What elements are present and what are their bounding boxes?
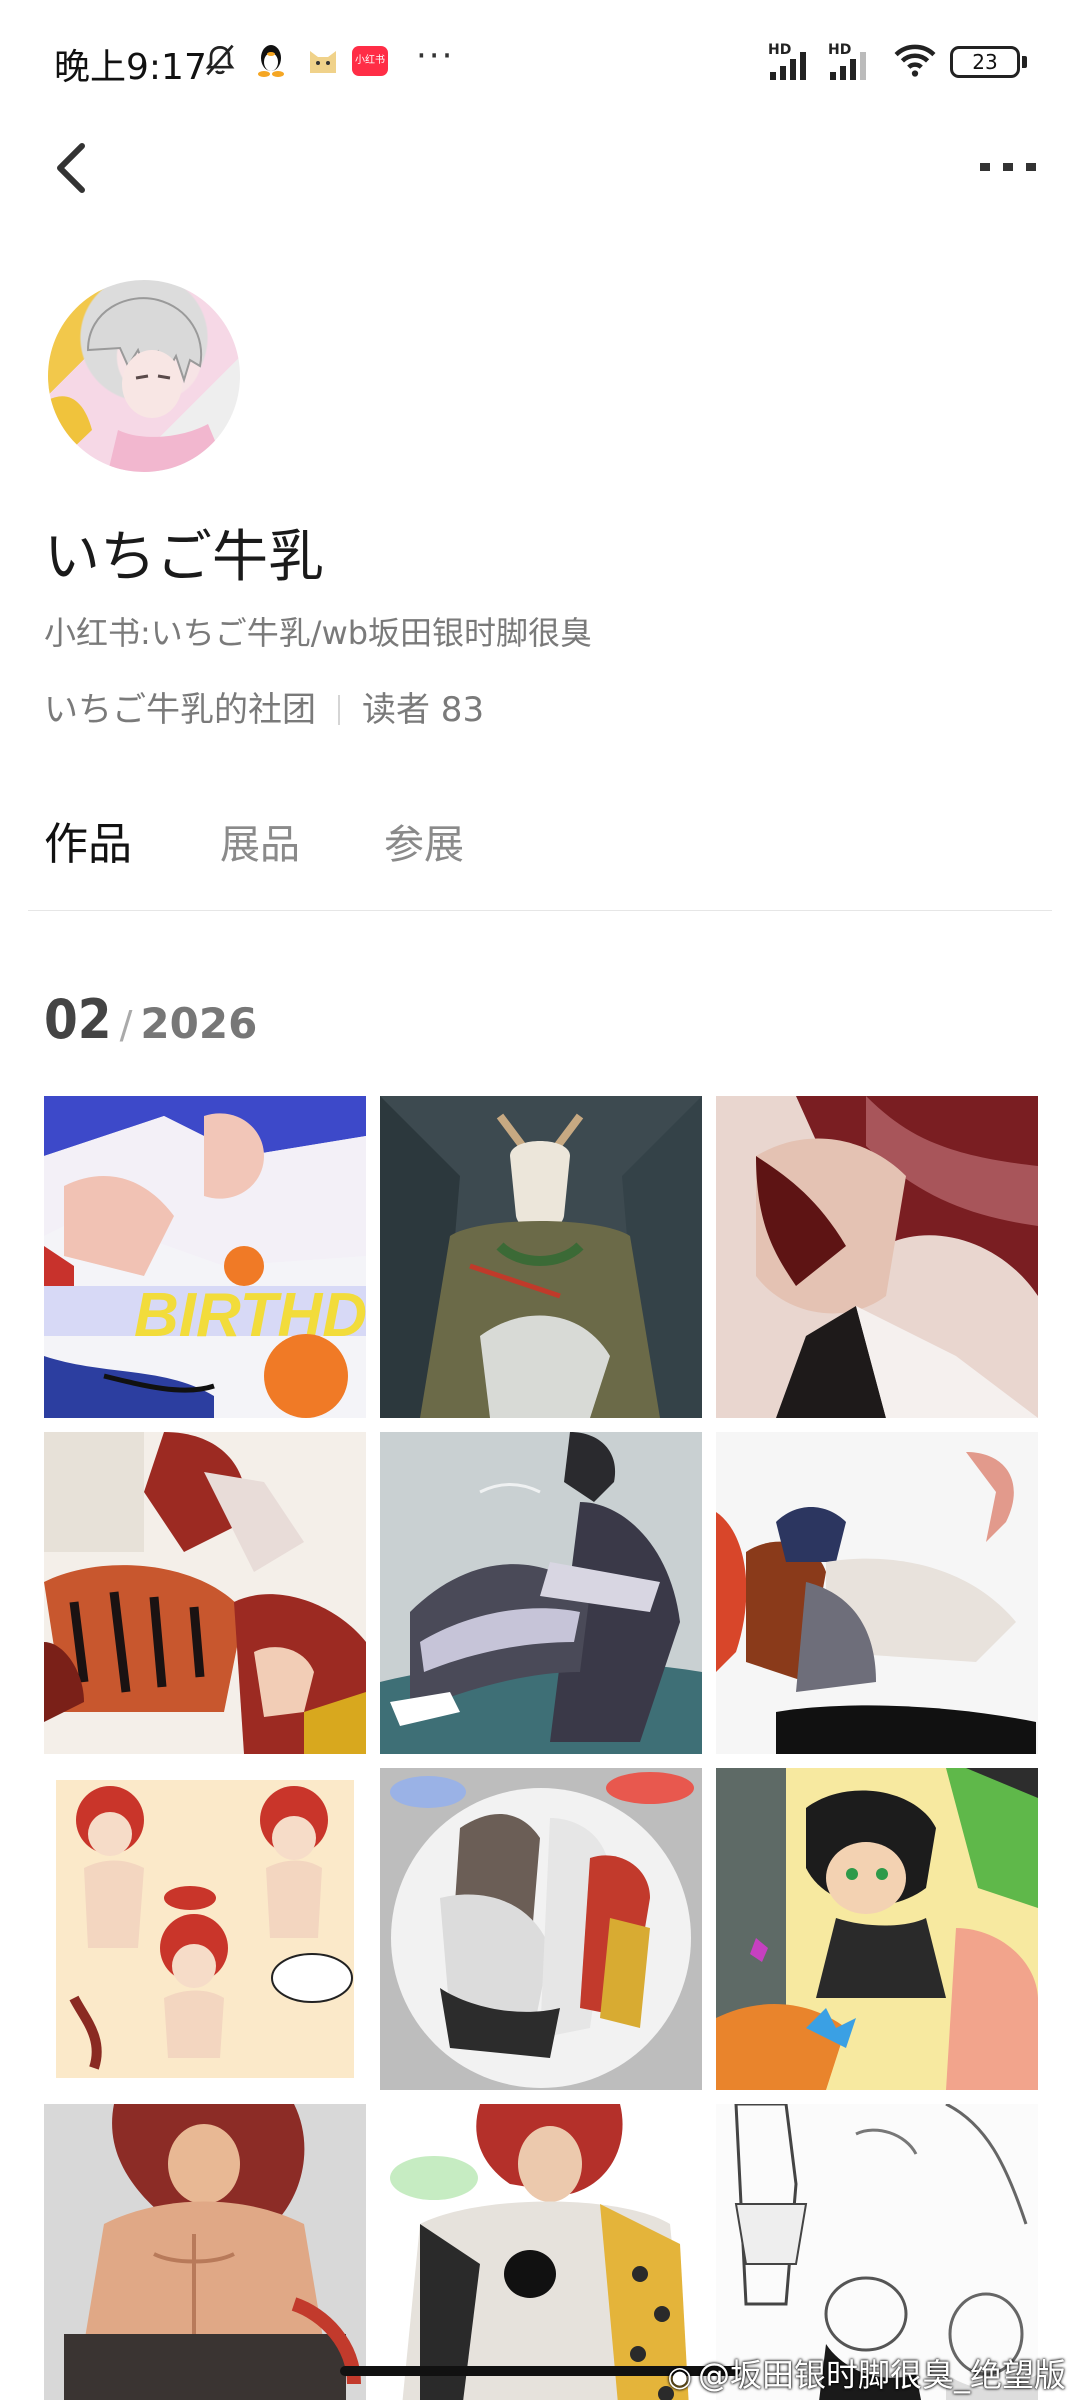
wifi-icon [894,44,936,77]
battery-indicator: 23 [950,46,1020,78]
status-time: 晚上9:17 [54,47,207,88]
weibo-icon: ◉ [667,2360,692,2393]
tab-participations[interactable]: 参展 [384,812,464,870]
qq-penguin-icon [258,45,284,77]
battery-tip [1022,56,1027,68]
artwork-birthday-image: BIRTHDAY [44,1096,366,1418]
artwork-tile-leopard[interactable] [380,2104,702,2400]
tab-exhibits[interactable]: 展品 [220,812,300,870]
artwork-red-hair-image [716,1096,1038,1418]
watermark-text: @坂田银时脚很臭_绝望版 [697,2356,1066,2394]
artwork-tile-kimono[interactable] [380,1432,702,1754]
artwork-tile-tiger[interactable] [44,1432,366,1754]
avatar[interactable] [48,280,240,472]
artwork-circle-image [380,1768,702,2090]
artwork-tiger-image [44,1432,366,1754]
artwork-tile-chibi[interactable] [44,1768,366,2090]
profile-meta: いちご牛乳的社团 读者 83 [44,682,484,731]
date-section-header: 02/2026 [44,988,257,1051]
artwork-tile-goat[interactable] [380,1096,702,1418]
artwork-tile-circle[interactable] [380,1768,702,2090]
more-notifications-icon: ··· [416,36,455,76]
reader-count[interactable]: 读者 83 [362,690,484,730]
artwork-goat-image [380,1096,702,1418]
artwork-kimono-image [380,1432,702,1754]
section-separator: / [119,1003,133,1047]
signal-icon-2 [830,52,866,80]
club-link[interactable]: いちご牛乳的社团 [44,690,316,730]
artwork-kneeling-image [716,1432,1038,1754]
bell-off-icon [205,44,235,76]
profile-name: いちご牛乳 [44,525,324,590]
status-bar: 晚上9:17 小红书 ··· HD HD 23 [0,0,1080,126]
artwork-chibi-image [44,1768,366,2090]
more-horizontal-icon[interactable] [978,152,1038,182]
artwork-tile-red-hair[interactable] [716,1096,1038,1418]
artwork-leopard-image [380,2104,702,2400]
app-page: 晚上9:17 小红书 ··· HD HD 23 いちご牛乳 小红书:いちご牛乳/… [0,0,1080,2400]
xiaohongshu-app-icon: 小红书 [352,46,388,76]
tab-works[interactable]: 作品 [44,808,132,872]
section-month: 02 [44,988,112,1051]
weibo-watermark: ◉ @坂田银时脚很臭_绝望版 [668,2350,1066,2396]
artwork-muscle-image [44,2104,366,2400]
signal-icon [770,52,806,80]
artwork-tile-kneeling[interactable] [716,1432,1038,1754]
avatar-illustration [48,297,228,472]
meta-divider [338,695,340,725]
artwork-tile-muscle[interactable] [44,2104,366,2400]
back-chevron-icon[interactable] [46,138,96,198]
birthday-text: BIRTHDAY [134,1281,366,1350]
section-year: 2026 [140,999,258,1048]
artwork-cat-boy-image [716,1768,1038,2090]
artwork-tile-birthday[interactable]: BIRTHDAY [44,1096,366,1418]
artwork-tile-cat-boy[interactable] [716,1768,1038,2090]
profile-description: 小红书:いちご牛乳/wb坂田银时脚很臭 [44,614,593,652]
tabs-divider [28,910,1052,911]
cat-app-icon [310,51,336,73]
